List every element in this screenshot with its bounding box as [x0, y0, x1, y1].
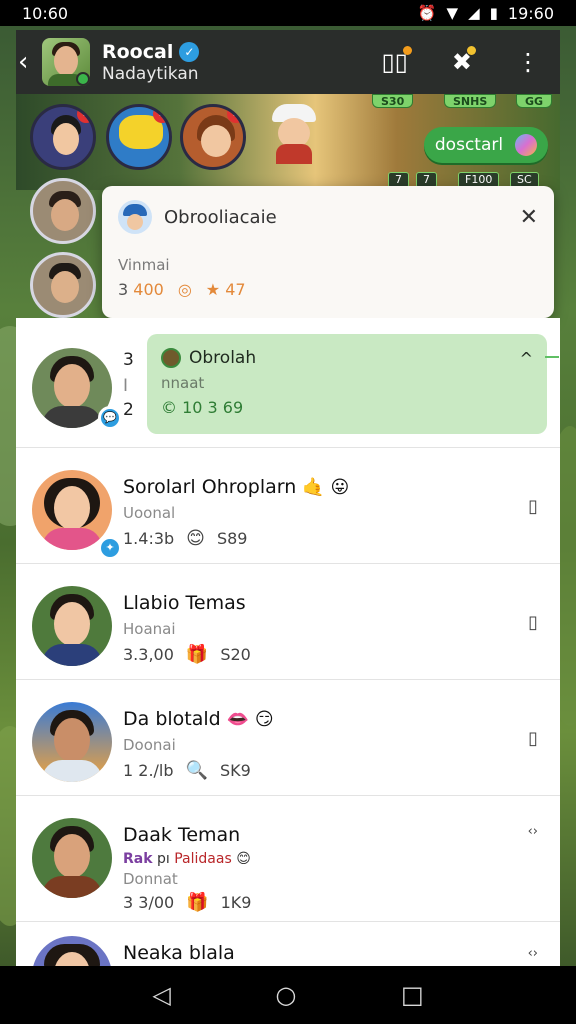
- list-item[interactable]: 💬 3 I 2 Obrolah ^ nnaat © 10 3 69: [16, 318, 560, 448]
- highlighted-message[interactable]: Obrolah ^ nnaat © 10 3 69: [147, 334, 559, 434]
- verified-icon: ✓: [179, 41, 200, 62]
- contact-name: Da blotald 👄 😏: [123, 708, 274, 730]
- contact-name: Neaka blala: [123, 942, 235, 964]
- contact-status: Uoonal: [123, 504, 176, 522]
- strip-avatar[interactable]: 1: [106, 104, 172, 170]
- contact-time: 1.4:3b: [123, 529, 175, 548]
- chevron-up-icon[interactable]: ^: [520, 349, 533, 368]
- system-nav-bar: ◁ ○ □: [0, 966, 576, 1024]
- contact-value: SK9: [219, 761, 251, 780]
- side-avatar[interactable]: [30, 178, 96, 244]
- document-icon[interactable]: ▯: [528, 496, 538, 517]
- status-time-left: 10:60: [22, 3, 69, 23]
- document-icon[interactable]: ▯: [528, 728, 538, 749]
- color-wheel-icon: [515, 134, 538, 156]
- contact-value: S20: [220, 645, 251, 664]
- status-bar: 10:60 ⏰ ▼ ◢ ▮ 19:60: [0, 0, 576, 26]
- popup-title: Obrooliacaie: [164, 206, 277, 228]
- game-strip: S30 SNHS GG 1 1 1 dosctarl 7 7 F100 SC: [16, 94, 560, 190]
- header-subtitle: Nadaytikan: [102, 63, 199, 84]
- twitter-badge-icon: ✦: [98, 536, 122, 560]
- more-vertical-icon[interactable]: ⋮: [516, 48, 540, 76]
- status-time-right: 19:60: [507, 3, 554, 23]
- contact-name: Sorolarl Ohroplarn 🤙 😛: [123, 476, 350, 498]
- contact-value: S89: [216, 529, 248, 548]
- contact-meta: 1 2./lb 🔍 SK9: [123, 760, 251, 781]
- first-letter-bottom: 2: [123, 400, 134, 420]
- list-item[interactable]: ✦ Sorolarl Ohroplarn 🤙 😛 Uoonal 1.4:3b 😊…: [16, 448, 560, 564]
- strip-chip: GG: [516, 94, 553, 108]
- avatar: [32, 702, 112, 782]
- code-icon[interactable]: ‹›: [528, 946, 538, 961]
- first-letter-mid: I: [123, 376, 129, 396]
- first-letter-top: 3: [123, 350, 134, 370]
- online-indicator: [76, 72, 90, 86]
- coin-icon: ◎: [177, 280, 192, 299]
- strip-chip: SNHS: [444, 94, 497, 108]
- popup-avatar-icon: [118, 200, 152, 234]
- strip-avatar[interactable]: 1: [180, 104, 246, 170]
- strip-character[interactable]: [268, 104, 320, 164]
- info-popup: Obrooliacaie ✕ Vinmai 3 400 ◎ ★ 47: [102, 186, 554, 328]
- highlight-title: Obrolah: [189, 348, 257, 368]
- contact-time: 3.3,00: [123, 645, 174, 664]
- back-triangle-icon[interactable]: ◁: [152, 981, 170, 1009]
- contact-meta: 3.3,00 🎁 S20: [123, 644, 251, 665]
- battery-icon: ▮: [489, 4, 498, 22]
- list-item[interactable]: Neaka blala ‹›: [16, 922, 560, 966]
- contact-name: Daak Teman: [123, 824, 241, 846]
- contact-meta: 3 3/00 🎁 1K9: [123, 892, 251, 913]
- contact-status: Hoanai: [123, 620, 176, 638]
- gift-icon: 🎁: [186, 892, 209, 913]
- contact-name: Llabio Temas: [123, 592, 246, 614]
- contact-status: Doonai: [123, 736, 176, 754]
- header-avatar[interactable]: [42, 38, 90, 86]
- close-icon[interactable]: ✕: [520, 205, 538, 230]
- gift-icon: 🎁: [185, 644, 209, 665]
- popup-subtitle: Vinmai: [118, 256, 170, 274]
- alarm-off-icon: ⏰: [417, 4, 437, 22]
- crossed-tools-icon[interactable]: ✖: [452, 46, 476, 76]
- strip-chip: S30: [372, 94, 414, 108]
- search-icon: 🔍: [185, 760, 208, 781]
- popup-value: 400: [133, 280, 164, 299]
- wifi-icon: ▼: [446, 4, 459, 22]
- phone-book-icon[interactable]: ▯▯: [381, 46, 412, 76]
- document-icon[interactable]: ▯: [528, 612, 538, 633]
- contact-meta: 1.4:3b 😊 S89: [123, 528, 247, 549]
- popup-rating: ★ 47: [205, 280, 246, 299]
- describe-button[interactable]: dosctarl: [424, 127, 548, 163]
- chat-list: 💬 3 I 2 Obrolah ^ nnaat © 10 3 69 ✦ Soro…: [16, 318, 560, 966]
- avatar: [32, 818, 112, 898]
- strip-avatar[interactable]: 1: [30, 104, 96, 170]
- meta-emoji-icon: 😊: [186, 528, 205, 549]
- contact-time: 1 2./lb: [123, 761, 174, 780]
- highlight-sub: nnaat: [161, 374, 205, 392]
- list-item[interactable]: Llabio Temas Hoanai 3.3,00 🎁 S20 ▯: [16, 564, 560, 680]
- recents-square-icon[interactable]: □: [401, 981, 424, 1009]
- side-avatar[interactable]: [30, 252, 96, 318]
- avatar: [32, 586, 112, 666]
- header-title: Roocal: [102, 40, 174, 63]
- avatar: [32, 936, 112, 966]
- list-item[interactable]: Daak Teman Rak pı Palidaas 😊 Donnat 3 3/…: [16, 796, 560, 922]
- contact-time: 3 3/00: [123, 893, 175, 912]
- describe-button-label: dosctarl: [434, 135, 504, 155]
- chat-header: ‹ Roocal ✓ Nadaytikan ▯▯ ✖ ⋮: [16, 30, 560, 94]
- contact-value: 1K9: [220, 893, 252, 912]
- signal-icon: ◢: [468, 4, 480, 22]
- avatar: [32, 470, 112, 550]
- contact-preview: Rak pı Palidaas 😊: [123, 851, 251, 867]
- popup-count: 3: [118, 280, 129, 299]
- home-circle-icon[interactable]: ○: [275, 981, 296, 1009]
- coin-icon: [161, 348, 181, 368]
- back-chevron-icon[interactable]: ‹: [18, 47, 40, 77]
- contact-status: Donnat: [123, 870, 178, 888]
- message-badge-icon: 💬: [98, 406, 122, 430]
- list-item[interactable]: Da blotald 👄 😏 Doonai 1 2./lb 🔍 SK9 ▯: [16, 680, 560, 796]
- code-icon[interactable]: ‹›: [528, 824, 538, 839]
- highlight-stat: © 10 3 69: [161, 398, 244, 417]
